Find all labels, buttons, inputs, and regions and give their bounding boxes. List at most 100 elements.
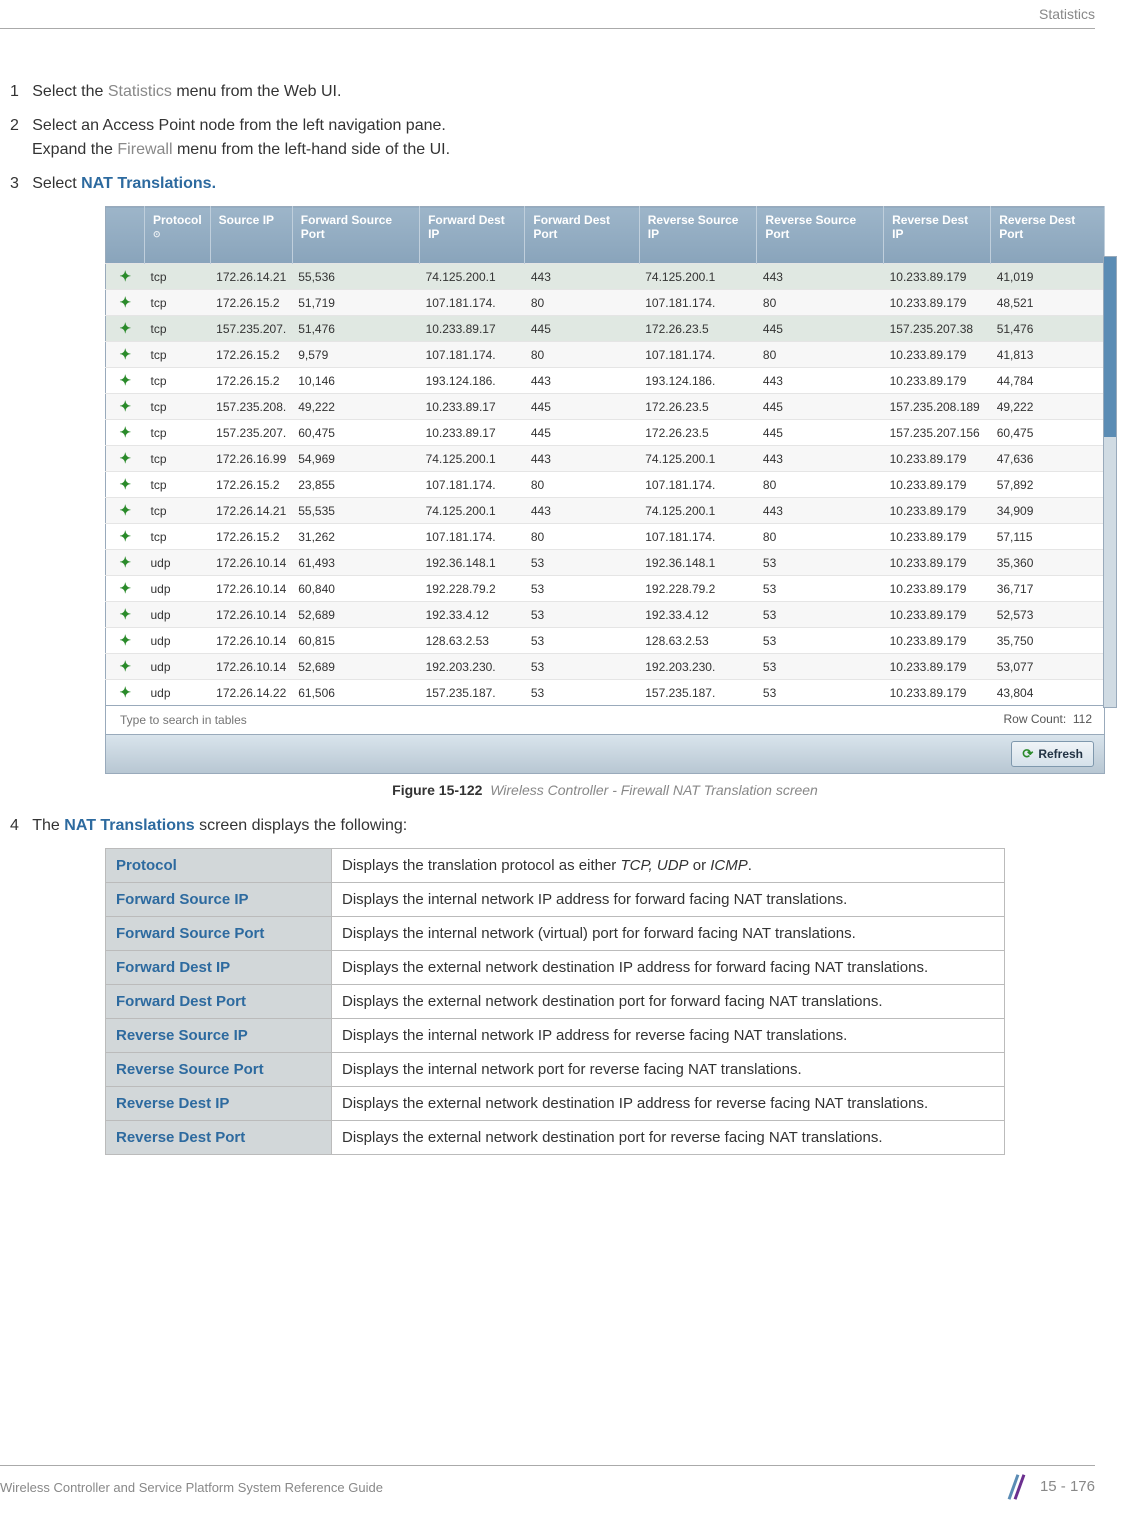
desc-row: Forward Source IPDisplays the internal n… (106, 883, 1005, 917)
cell: 80 (757, 472, 884, 498)
expand-row-icon[interactable]: ✦ (106, 290, 145, 316)
cell: 41,813 (991, 342, 1105, 368)
table-row[interactable]: ✦udp172.26.10.1460,815128.63.2.5353128.6… (106, 628, 1105, 654)
col-rev-dest-port[interactable]: Reverse Dest Port (991, 207, 1105, 264)
col-rev-dest-ip[interactable]: Reverse Dest IP (884, 207, 991, 264)
desc-text: Displays the external network destinatio… (332, 985, 1005, 1019)
expand-row-icon[interactable]: ✦ (106, 550, 145, 576)
refresh-button[interactable]: ⟳ Refresh (1011, 741, 1094, 767)
cell: 445 (757, 420, 884, 446)
cell: 53 (525, 654, 639, 680)
cell: 157.235.207. (210, 420, 292, 446)
cell: 192.36.148.1 (639, 550, 757, 576)
expand-row-icon[interactable]: ✦ (106, 342, 145, 368)
cell: 60,475 (292, 420, 419, 446)
desc-row: Reverse Source IPDisplays the internal n… (106, 1019, 1005, 1053)
expand-row-icon[interactable]: ✦ (106, 316, 145, 342)
desc-term: Protocol (106, 849, 332, 883)
desc-term: Forward Source Port (106, 917, 332, 951)
cell: tcp (145, 472, 211, 498)
table-row[interactable]: ✦tcp157.235.207.51,47610.233.89.17445172… (106, 316, 1105, 342)
cell: 445 (525, 394, 639, 420)
cell: 44,784 (991, 368, 1105, 394)
table-search-input[interactable] (118, 712, 322, 728)
col-rev-src-ip[interactable]: Reverse Source IP (639, 207, 757, 264)
header-section: Statistics (1039, 6, 1095, 22)
cell: 61,493 (292, 550, 419, 576)
brand-logo-icon (1004, 1474, 1030, 1500)
col-rev-src-port[interactable]: Reverse Source Port (757, 207, 884, 264)
expand-row-icon[interactable]: ✦ (106, 472, 145, 498)
expand-row-icon[interactable]: ✦ (106, 446, 145, 472)
cell: 74.125.200.1 (420, 264, 525, 290)
row-count: Row Count: 112 (1003, 712, 1092, 728)
cell: 60,815 (292, 628, 419, 654)
table-row[interactable]: ✦udp172.26.10.1460,840192.228.79.253192.… (106, 576, 1105, 602)
expand-row-icon[interactable]: ✦ (106, 680, 145, 706)
table-row[interactable]: ✦tcp157.235.208.49,22210.233.89.17445172… (106, 394, 1105, 420)
cell: 74.125.200.1 (639, 446, 757, 472)
cell: 443 (757, 264, 884, 290)
step-2: 2 Select an Access Point node from the l… (10, 114, 1095, 162)
cell: 74.125.200.1 (639, 264, 757, 290)
cell: udp (145, 602, 211, 628)
cell: 443 (525, 368, 639, 394)
col-fwd-src-ip[interactable]: Source IP (210, 207, 292, 264)
scrollbar-thumb[interactable] (1104, 257, 1116, 437)
cell: 157.235.208. (210, 394, 292, 420)
cell: 52,689 (292, 602, 419, 628)
desc-row: Reverse Dest IPDisplays the external net… (106, 1087, 1005, 1121)
table-row[interactable]: ✦udp172.26.10.1452,689192.33.4.1253192.3… (106, 602, 1105, 628)
table-row[interactable]: ✦tcp172.26.15.251,719107.181.174.80107.1… (106, 290, 1105, 316)
col-fwd-src-port[interactable]: Forward Source Port (292, 207, 419, 264)
table-row[interactable]: ✦tcp157.235.207.60,47510.233.89.17445172… (106, 420, 1105, 446)
table-row[interactable]: ✦tcp172.26.15.223,855107.181.174.80107.1… (106, 472, 1105, 498)
expand-row-icon[interactable]: ✦ (106, 498, 145, 524)
table-row[interactable]: ✦tcp172.26.16.9954,96974.125.200.144374.… (106, 446, 1105, 472)
cell: 55,535 (292, 498, 419, 524)
cell: 172.26.15.2 (210, 290, 292, 316)
col-fwd-dest-port[interactable]: Forward Dest Port (525, 207, 639, 264)
cell: 443 (757, 446, 884, 472)
col-fwd-dest-ip[interactable]: Forward Dest IP (420, 207, 525, 264)
table-row[interactable]: ✦udp172.26.10.1461,493192.36.148.153192.… (106, 550, 1105, 576)
cell: 43,804 (991, 680, 1105, 706)
cell: 10.233.89.179 (884, 524, 991, 550)
desc-text: Displays the external network destinatio… (332, 1087, 1005, 1121)
desc-text: Displays the internal network port for r… (332, 1053, 1005, 1087)
cell: 193.124.186. (639, 368, 757, 394)
expand-row-icon[interactable]: ✦ (106, 394, 145, 420)
table-row[interactable]: ✦udp172.26.10.1452,689192.203.230.53192.… (106, 654, 1105, 680)
expand-row-icon[interactable]: ✦ (106, 420, 145, 446)
cell: 10.233.89.179 (884, 498, 991, 524)
expand-row-icon[interactable]: ✦ (106, 576, 145, 602)
cell: 80 (525, 290, 639, 316)
expand-row-icon[interactable]: ✦ (106, 368, 145, 394)
table-row[interactable]: ✦tcp172.26.14.2155,53574.125.200.144374.… (106, 498, 1105, 524)
desc-text: Displays the translation protocol as eit… (332, 849, 1005, 883)
table-row[interactable]: ✦tcp172.26.15.29,579107.181.174.80107.18… (106, 342, 1105, 368)
expand-row-icon[interactable]: ✦ (106, 654, 145, 680)
table-row[interactable]: ✦tcp172.26.15.231,262107.181.174.80107.1… (106, 524, 1105, 550)
expand-row-icon[interactable]: ✦ (106, 524, 145, 550)
cell: 80 (757, 524, 884, 550)
cell: 10.233.89.179 (884, 290, 991, 316)
cell: 445 (757, 316, 884, 342)
cell: udp (145, 576, 211, 602)
cell: tcp (145, 368, 211, 394)
col-expand[interactable] (106, 207, 145, 264)
table-row[interactable]: ✦udp172.26.14.2261,506157.235.187.53157.… (106, 680, 1105, 706)
table-row[interactable]: ✦tcp172.26.14.2155,53674.125.200.144374.… (106, 264, 1105, 290)
cell: 172.26.23.5 (639, 420, 757, 446)
scrollbar[interactable] (1103, 256, 1117, 708)
expand-row-icon[interactable]: ✦ (106, 264, 145, 290)
expand-row-icon[interactable]: ✦ (106, 628, 145, 654)
cell: 107.181.174. (420, 290, 525, 316)
cell: 157.235.187. (639, 680, 757, 706)
table-row[interactable]: ✦tcp172.26.15.210,146193.124.186.443193.… (106, 368, 1105, 394)
expand-row-icon[interactable]: ✦ (106, 602, 145, 628)
col-protocol[interactable]: Protocol⊙ (145, 207, 211, 264)
cell: 10.233.89.179 (884, 550, 991, 576)
cell: 53 (757, 550, 884, 576)
cell: 74.125.200.1 (420, 446, 525, 472)
